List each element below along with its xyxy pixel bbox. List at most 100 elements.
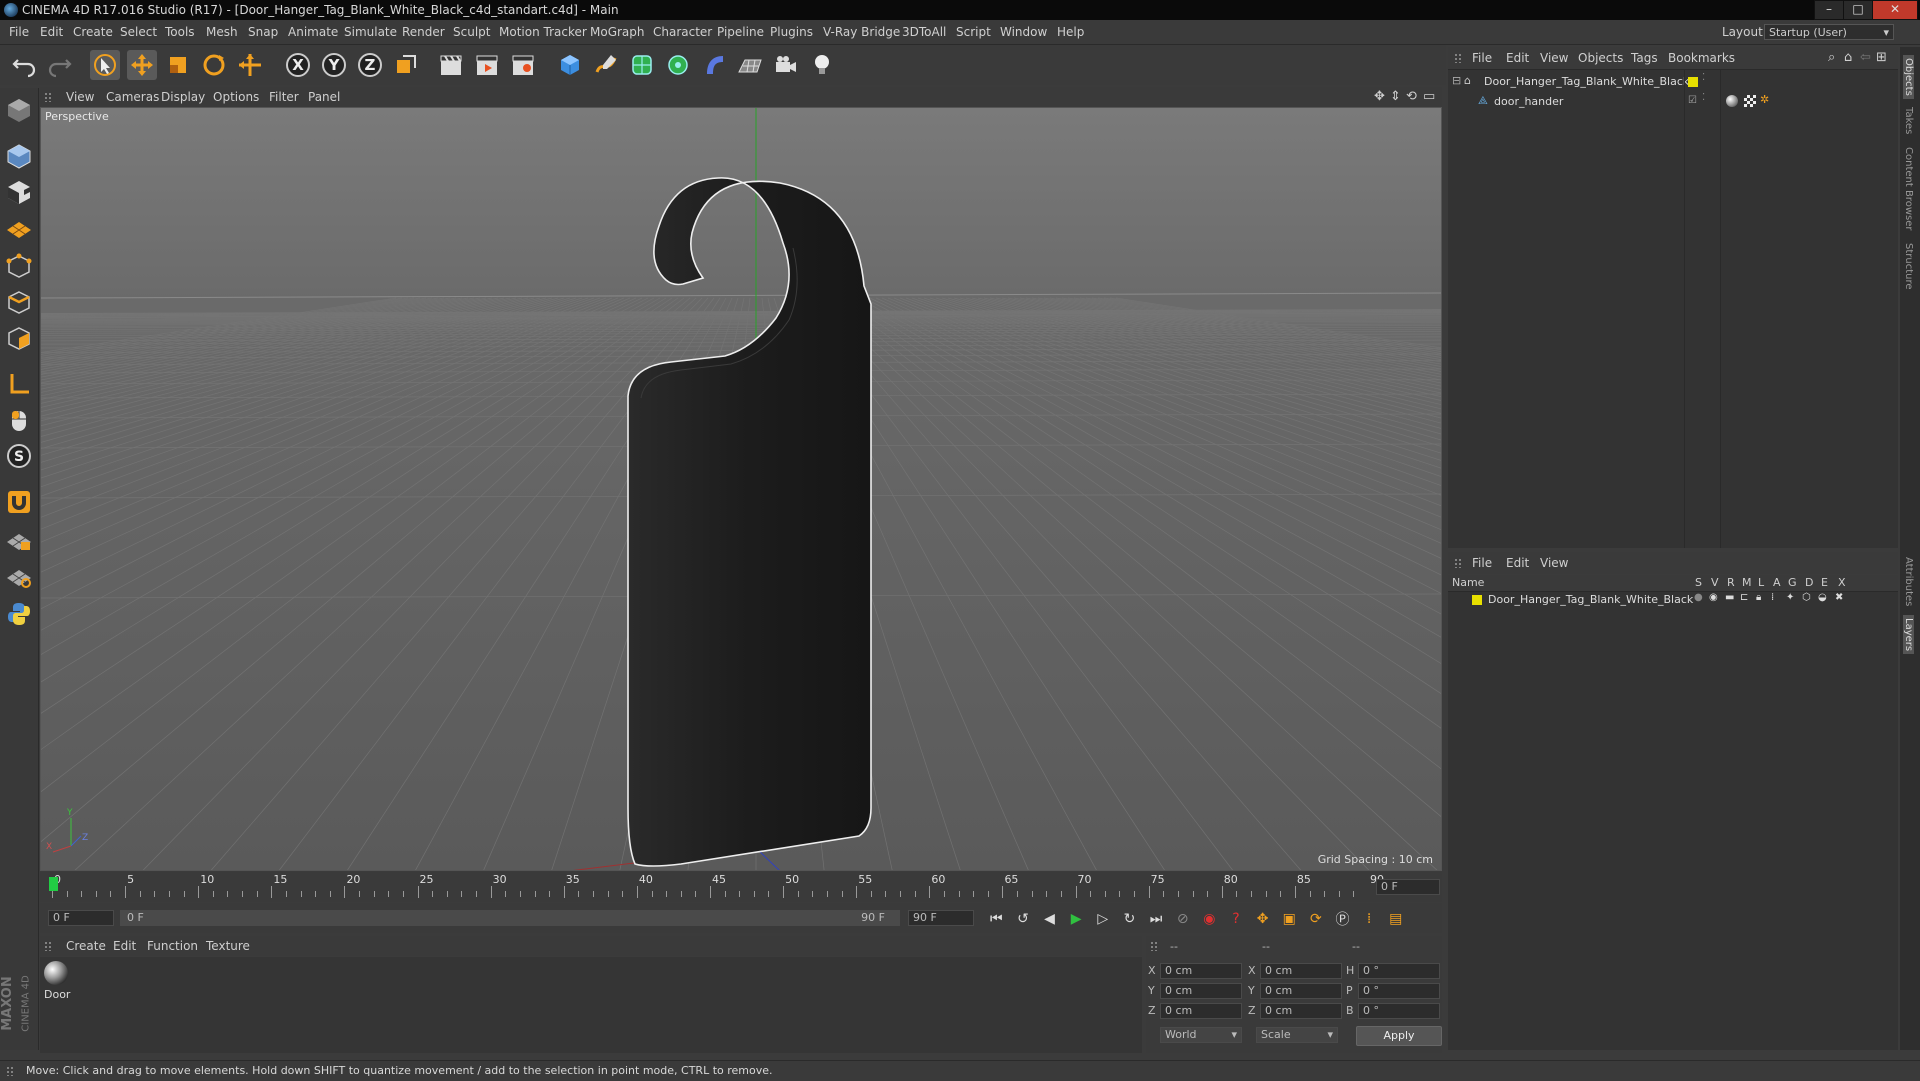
edit-checkbox-icon[interactable]: ☑ — [1688, 95, 1697, 106]
perspective-viewport[interactable]: Perspective Y Z X Grid Spacing : 10 cm — [40, 107, 1442, 871]
rotation-b-field[interactable]: 0 ° — [1358, 1003, 1440, 1019]
solo-icon[interactable]: ● — [1694, 592, 1703, 603]
key-parameter-icon[interactable]: Ⓟ — [1332, 909, 1353, 929]
material-menu-function[interactable]: Function — [147, 936, 198, 956]
layer-col-solo[interactable]: S — [1695, 576, 1702, 589]
object-menu-tags[interactable]: Tags — [1631, 47, 1658, 69]
menu-file[interactable]: File — [9, 20, 29, 44]
next-key-icon[interactable]: ↻ — [1119, 911, 1140, 927]
viewport-menu-filter[interactable]: Filter — [269, 87, 299, 107]
planar-workplane-button[interactable] — [3, 560, 35, 592]
go-to-end-icon[interactable]: ⏭ — [1146, 911, 1167, 927]
viewport-menu-options[interactable]: Options — [213, 87, 259, 107]
menu-create[interactable]: Create — [73, 20, 113, 44]
viewport-zoom-icon[interactable]: ⇕ — [1390, 87, 1401, 107]
menu-help[interactable]: Help — [1057, 20, 1084, 44]
layer-col-animation[interactable]: A — [1773, 576, 1781, 589]
workplane-button[interactable] — [3, 212, 35, 244]
render-to-picture-viewer-button[interactable] — [472, 50, 502, 80]
expression-icon[interactable]: ◒ — [1818, 592, 1827, 603]
deformer-icon[interactable]: ⬡ — [1802, 592, 1811, 603]
layer-col-generators[interactable]: G — [1788, 576, 1797, 589]
material-menu-texture[interactable]: Texture — [206, 936, 250, 956]
light-button[interactable] — [807, 50, 837, 80]
menu-vray-bridge[interactable]: V-Ray Bridge — [823, 20, 900, 44]
layer-col-expressions[interactable]: E — [1821, 576, 1828, 589]
locked-workplane-button[interactable] — [3, 524, 35, 556]
object-row[interactable]: ⟁ door_hander ☑ ⁚ ✲ — [1448, 92, 1888, 110]
viewport-menu-display[interactable]: Display — [161, 87, 205, 107]
manager-icon[interactable]: ⊏ — [1740, 592, 1748, 603]
live-selection-button[interactable] — [90, 50, 120, 80]
tab-objects[interactable]: Objects — [1903, 55, 1914, 99]
layer-col-xref[interactable]: X — [1838, 576, 1846, 589]
rotate-tool-button[interactable] — [199, 50, 229, 80]
spline-pen-button[interactable] — [591, 50, 621, 80]
xref-icon[interactable]: ✖ — [1835, 592, 1843, 603]
position-x-field[interactable]: 0 cm — [1160, 963, 1242, 979]
z-axis-button[interactable]: Z — [355, 50, 385, 80]
coordinate-system-button[interactable] — [391, 50, 421, 80]
menu-snap[interactable]: Snap — [248, 20, 278, 44]
render-settings-button[interactable] — [508, 50, 538, 80]
menu-character[interactable]: Character — [653, 20, 712, 44]
position-y-field[interactable]: 0 cm — [1160, 983, 1242, 999]
x-axis-button[interactable]: X — [283, 50, 313, 80]
python-button[interactable] — [3, 598, 35, 630]
menu-pipeline[interactable]: Pipeline — [717, 20, 764, 44]
camera-button[interactable] — [771, 50, 801, 80]
undo-button[interactable] — [10, 50, 40, 80]
viewport-maximize-icon[interactable]: ▭ — [1423, 87, 1435, 107]
tab-content-browser[interactable]: Content Browser — [1903, 147, 1914, 230]
key-scale-icon[interactable]: ▣ — [1279, 911, 1300, 927]
viewport-move-icon[interactable]: ✥ — [1374, 87, 1385, 107]
size-mode-select[interactable]: Scale ▾ — [1256, 1027, 1338, 1043]
viewport-menu-view[interactable]: View — [66, 87, 94, 107]
key-position-icon[interactable]: ✥ — [1252, 911, 1273, 927]
tab-layers[interactable]: Layers — [1903, 615, 1914, 655]
redo-button[interactable] — [44, 50, 74, 80]
menu-simulate[interactable]: Simulate — [344, 20, 397, 44]
model-mode-button[interactable] — [3, 140, 35, 172]
viewport-menu-panel[interactable]: Panel — [308, 87, 340, 107]
next-frame-icon[interactable]: ▷ — [1093, 911, 1114, 927]
autokey-icon[interactable]: ◉ — [1199, 911, 1220, 927]
menu-window[interactable]: Window — [1000, 20, 1047, 44]
minimize-button[interactable]: – — [1814, 0, 1844, 20]
previous-frame-icon[interactable]: ◀ — [1039, 911, 1060, 927]
menu-animate[interactable]: Animate — [288, 20, 338, 44]
layout-select[interactable]: Startup (User) ▾ — [1764, 24, 1894, 40]
menu-sculpt[interactable]: Sculpt — [453, 20, 490, 44]
layer-col-deformers[interactable]: D — [1805, 576, 1813, 589]
menu-mograph[interactable]: MoGraph — [590, 20, 645, 44]
timeline-ruler[interactable]: 051015202530354045505560657075808590 0 F — [40, 872, 1442, 902]
home-icon[interactable]: ⌂ — [1844, 47, 1852, 69]
layer-menu-view[interactable]: View — [1540, 552, 1568, 574]
object-menu-bookmarks[interactable]: Bookmarks — [1668, 47, 1735, 69]
rotation-h-field[interactable]: 0 ° — [1358, 963, 1440, 979]
position-z-field[interactable]: 0 cm — [1160, 1003, 1242, 1019]
menu-plugins[interactable]: Plugins — [770, 20, 813, 44]
layer-col-view[interactable]: V — [1711, 576, 1719, 589]
material-tag-icon[interactable] — [1726, 95, 1738, 107]
tweak-mode-button[interactable] — [3, 404, 35, 436]
layer-menu-edit[interactable]: Edit — [1506, 552, 1529, 574]
rotation-p-field[interactable]: 0 ° — [1358, 983, 1440, 999]
texture-mode-button[interactable] — [3, 176, 35, 208]
menu-mesh[interactable]: Mesh — [206, 20, 238, 44]
lock-icon[interactable]: 🔒︎ — [1756, 592, 1761, 603]
floor-button[interactable] — [735, 50, 765, 80]
make-editable-button[interactable] — [3, 94, 35, 126]
cube-button[interactable] — [555, 50, 585, 80]
tab-attributes[interactable]: Attributes — [1903, 557, 1914, 606]
new-view-icon[interactable]: ⊞ — [1876, 47, 1887, 69]
points-mode-button[interactable] — [3, 250, 35, 282]
object-menu-edit[interactable]: Edit — [1506, 47, 1529, 69]
animation-icon[interactable]: ⁞ — [1771, 592, 1774, 603]
y-axis-button[interactable]: Y — [319, 50, 349, 80]
view-eye-icon[interactable]: ◉ — [1709, 592, 1718, 603]
back-icon[interactable]: ⇦ — [1860, 47, 1871, 69]
apply-button[interactable]: Apply — [1356, 1026, 1442, 1046]
object-row[interactable]: ⊟ ⌂ Door_Hanger_Tag_Blank_White_Black ⁚ — [1448, 72, 1888, 90]
menu-motion-tracker[interactable]: Motion Tracker — [499, 20, 587, 44]
